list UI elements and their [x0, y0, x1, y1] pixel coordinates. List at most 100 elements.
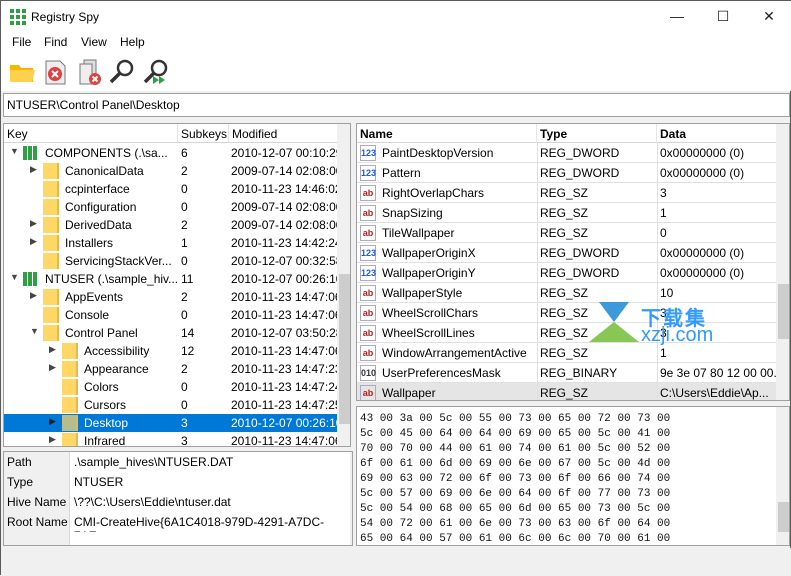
- tree-row[interactable]: ▶ Desktop 3 2010-12-07 00:26:10: [4, 414, 342, 432]
- hex-line: 70 00 70 00 44 00 61 00 74 00 61 00 5c 0…: [360, 443, 671, 455]
- menu-file[interactable]: File: [12, 35, 31, 49]
- value-name: WallpaperOriginX: [382, 246, 476, 260]
- value-row[interactable]: ab TileWallpaper REG_SZ 0: [357, 223, 777, 243]
- maximize-button[interactable]: ☐: [700, 1, 746, 31]
- column-divider: [657, 383, 658, 400]
- tree-row[interactable]: ▼ NTUSER (.\sample_hiv... 11 2010-12-07 00:…: [4, 270, 342, 288]
- hex-line: 5c 00 54 00 68 00 65 00 6d 00 65 00 73 0…: [360, 503, 671, 515]
- tree-row[interactable]: ▼ Control Panel 14 2010-12-07 03:50:28: [4, 324, 342, 342]
- value-row[interactable]: ab RightOverlapChars REG_SZ 3: [357, 183, 777, 203]
- key-path-field[interactable]: NTUSER\Control Panel\Desktop: [3, 93, 790, 117]
- tree-row[interactable]: ▶ Installers 1 2010-11-23 14:42:24: [4, 234, 342, 252]
- value-row[interactable]: 123 WallpaperOriginX REG_DWORD 0x00000000 (…: [357, 243, 777, 263]
- value-name: WheelScrollLines: [382, 326, 475, 340]
- value-row[interactable]: 123 WallpaperOriginY REG_DWORD 0x00000000 (…: [357, 263, 777, 283]
- subkey-count: 0: [181, 398, 188, 412]
- expanded-arrow-icon[interactable]: ▼: [10, 146, 19, 156]
- string-value-icon: ab: [360, 325, 376, 341]
- folder-icon: [43, 253, 59, 269]
- scrollbar-thumb[interactable]: [339, 274, 350, 424]
- open-hive-button[interactable]: [7, 57, 37, 87]
- tree-row[interactable]: ServicingStackVer... 0 2010-12-07 00:32:58: [4, 252, 342, 270]
- status-bar: [1, 548, 791, 576]
- value-row[interactable]: 010 UserPreferencesMask REG_BINARY 9e 3e 07…: [357, 363, 783, 383]
- folder-icon: [43, 217, 59, 233]
- key-name: NTUSER (.\sample_hiv...: [45, 272, 179, 286]
- key-name: COMPONENTS (.\sa...: [45, 146, 168, 160]
- expanded-arrow-icon[interactable]: ▼: [10, 272, 19, 282]
- property-value: NTUSER: [74, 475, 124, 489]
- column-header-type[interactable]: Type: [537, 124, 657, 143]
- modified-date: 2010-12-07 00:32:58: [231, 254, 343, 268]
- tree-row[interactable]: Configuration 0 2009-07-14 02:08:00: [4, 198, 342, 216]
- find-button[interactable]: [107, 57, 137, 87]
- expanded-arrow-icon[interactable]: ▼: [30, 326, 39, 336]
- column-header-subkeys[interactable]: Subkeys: [178, 124, 229, 143]
- tree-row[interactable]: ▼ COMPONENTS (.\sa... 6 2010-12-07 00:10:29: [4, 144, 342, 162]
- window-title: Registry Spy: [31, 10, 100, 24]
- collapsed-arrow-icon[interactable]: ▶: [30, 218, 37, 229]
- close-all-documents-icon: [79, 59, 101, 85]
- close-hive-button[interactable]: [41, 57, 71, 87]
- menu-view[interactable]: View: [81, 35, 107, 49]
- key-tree[interactable]: Key Subkeys Modified ▼ COMPONENTS (.\sa..…: [3, 123, 351, 447]
- tree-row[interactable]: ▶ Infrared 3 2010-11-23 14:47:06: [4, 432, 342, 446]
- value-type: REG_SZ: [540, 386, 589, 400]
- key-name: Appearance: [84, 362, 149, 376]
- close-button[interactable]: ✕: [746, 1, 791, 31]
- tree-scrollbar[interactable]: [337, 124, 350, 446]
- column-divider: [657, 183, 658, 203]
- key-name: ServicingStackVer...: [65, 254, 172, 268]
- collapsed-arrow-icon[interactable]: ▶: [30, 164, 37, 175]
- column-header-key[interactable]: Key: [4, 124, 178, 143]
- collapsed-arrow-icon[interactable]: ▶: [30, 290, 37, 301]
- scrollbar-thumb[interactable]: [778, 502, 789, 532]
- tree-row[interactable]: ▶ Accessibility 12 2010-11-23 14:47:06: [4, 342, 342, 360]
- value-row[interactable]: ab Wallpaper REG_SZ C:\Users\Eddie\Ap...: [357, 383, 777, 400]
- column-header-data[interactable]: Data: [657, 124, 777, 143]
- value-name: WallpaperStyle: [382, 286, 463, 300]
- tree-row[interactable]: Colors 0 2010-11-23 14:47:24: [4, 378, 342, 396]
- column-header-modified[interactable]: Modified: [229, 124, 338, 143]
- menu-help[interactable]: Help: [120, 35, 145, 49]
- value-row[interactable]: ab WallpaperStyle REG_SZ 10: [357, 283, 777, 303]
- column-divider: [657, 203, 658, 223]
- tree-row[interactable]: ▶ CanonicalData 2 2009-07-14 02:08:00: [4, 162, 342, 180]
- value-row[interactable]: 123 PaintDesktopVersion REG_DWORD 0x0000000…: [357, 143, 777, 163]
- scrollbar-thumb[interactable]: [778, 284, 789, 339]
- tree-row[interactable]: ▶ DerivedData 2 2009-07-14 02:08:00: [4, 216, 342, 234]
- property-label: Path: [7, 455, 32, 469]
- collapsed-arrow-icon[interactable]: ▶: [30, 236, 37, 247]
- tree-row[interactable]: Cursors 0 2010-11-23 14:47:25: [4, 396, 342, 414]
- value-data: 0: [660, 226, 667, 240]
- folder-open-icon: [10, 65, 35, 82]
- menu-find[interactable]: Find: [44, 35, 67, 49]
- value-row[interactable]: ab SnapSizing REG_SZ 1: [357, 203, 777, 223]
- minimize-button[interactable]: —: [654, 1, 700, 31]
- find-next-button[interactable]: [141, 57, 171, 87]
- column-header-name[interactable]: Name: [357, 124, 537, 143]
- collapsed-arrow-icon[interactable]: ▶: [49, 362, 56, 373]
- value-type: REG_DWORD: [540, 266, 620, 280]
- tree-row[interactable]: ▶ Appearance 2 2010-11-23 14:47:23: [4, 360, 342, 378]
- tree-row[interactable]: ccpinterface 0 2010-11-23 14:46:02: [4, 180, 342, 198]
- column-divider: [537, 383, 538, 400]
- tree-row[interactable]: Console 0 2010-11-23 14:47:06: [4, 306, 342, 324]
- values-scrollbar[interactable]: [776, 124, 789, 400]
- folder-icon: [43, 325, 59, 341]
- tree-row[interactable]: ▶ AppEvents 2 2010-11-23 14:47:06: [4, 288, 342, 306]
- key-name: Control Panel: [65, 326, 138, 340]
- modified-date: 2010-11-23 14:47:06: [231, 344, 342, 358]
- close-all-button[interactable]: [75, 57, 105, 87]
- collapsed-arrow-icon[interactable]: ▶: [49, 416, 56, 427]
- hex-scrollbar[interactable]: [776, 407, 789, 545]
- modified-date: 2010-11-23 14:47:24: [231, 380, 342, 394]
- hex-view[interactable]: 43 00 3a 00 5c 00 55 00 73 00 65 00 72 0…: [356, 406, 790, 546]
- dword-value-icon: 123: [360, 165, 376, 181]
- collapsed-arrow-icon[interactable]: ▶: [49, 344, 56, 355]
- value-row[interactable]: 123 Pattern REG_DWORD 0x00000000 (0): [357, 163, 777, 183]
- hex-line: 5c 00 45 00 64 00 64 00 69 00 65 00 5c 0…: [360, 428, 671, 440]
- subkey-count: 12: [181, 344, 195, 358]
- values-list[interactable]: Name Type Data 123 PaintDesktopVersion REG…: [356, 123, 790, 401]
- collapsed-arrow-icon[interactable]: ▶: [49, 434, 56, 445]
